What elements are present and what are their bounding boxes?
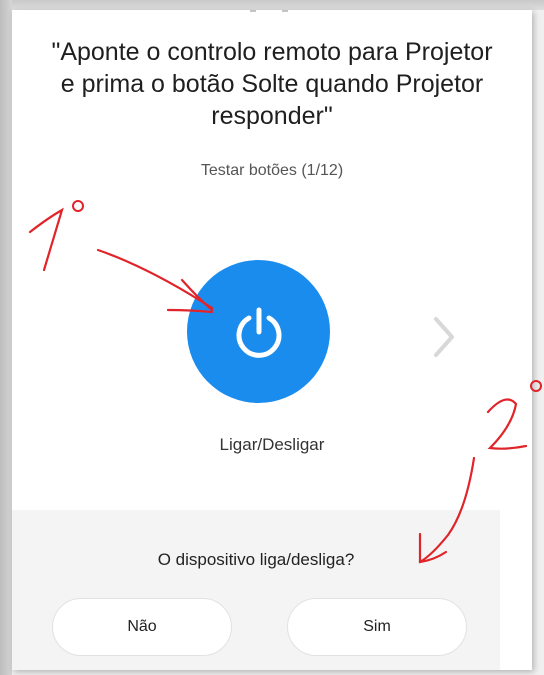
yes-button-label: Sim bbox=[363, 618, 391, 635]
test-counter: Testar botões (1/12) bbox=[200, 162, 344, 179]
instruction-text: "Aponte o controlo remoto para Projetor … bbox=[51, 38, 493, 130]
screenshot-stage: "Aponte o controlo remoto para Projetor … bbox=[0, 0, 544, 675]
clipped-header-text-fragment bbox=[250, 10, 288, 12]
power-button-label: Ligar/Desligar bbox=[219, 435, 325, 454]
window-frame-top bbox=[0, 0, 544, 10]
window-frame-left bbox=[0, 0, 12, 675]
clipped-header bbox=[12, 10, 532, 16]
question-text: O dispositivo liga/desliga? bbox=[157, 550, 355, 569]
yes-button[interactable]: Sim bbox=[287, 598, 467, 656]
chevron-right-icon bbox=[434, 317, 454, 357]
no-button-label: Não bbox=[127, 618, 157, 635]
power-button[interactable] bbox=[187, 260, 330, 403]
next-button[interactable] bbox=[427, 312, 461, 362]
phone-screen: "Aponte o controlo remoto para Projetor … bbox=[12, 10, 532, 670]
question-panel: O dispositivo liga/desliga? Não Sim bbox=[12, 510, 500, 670]
no-button[interactable]: Não bbox=[52, 598, 232, 656]
power-icon bbox=[236, 307, 281, 358]
